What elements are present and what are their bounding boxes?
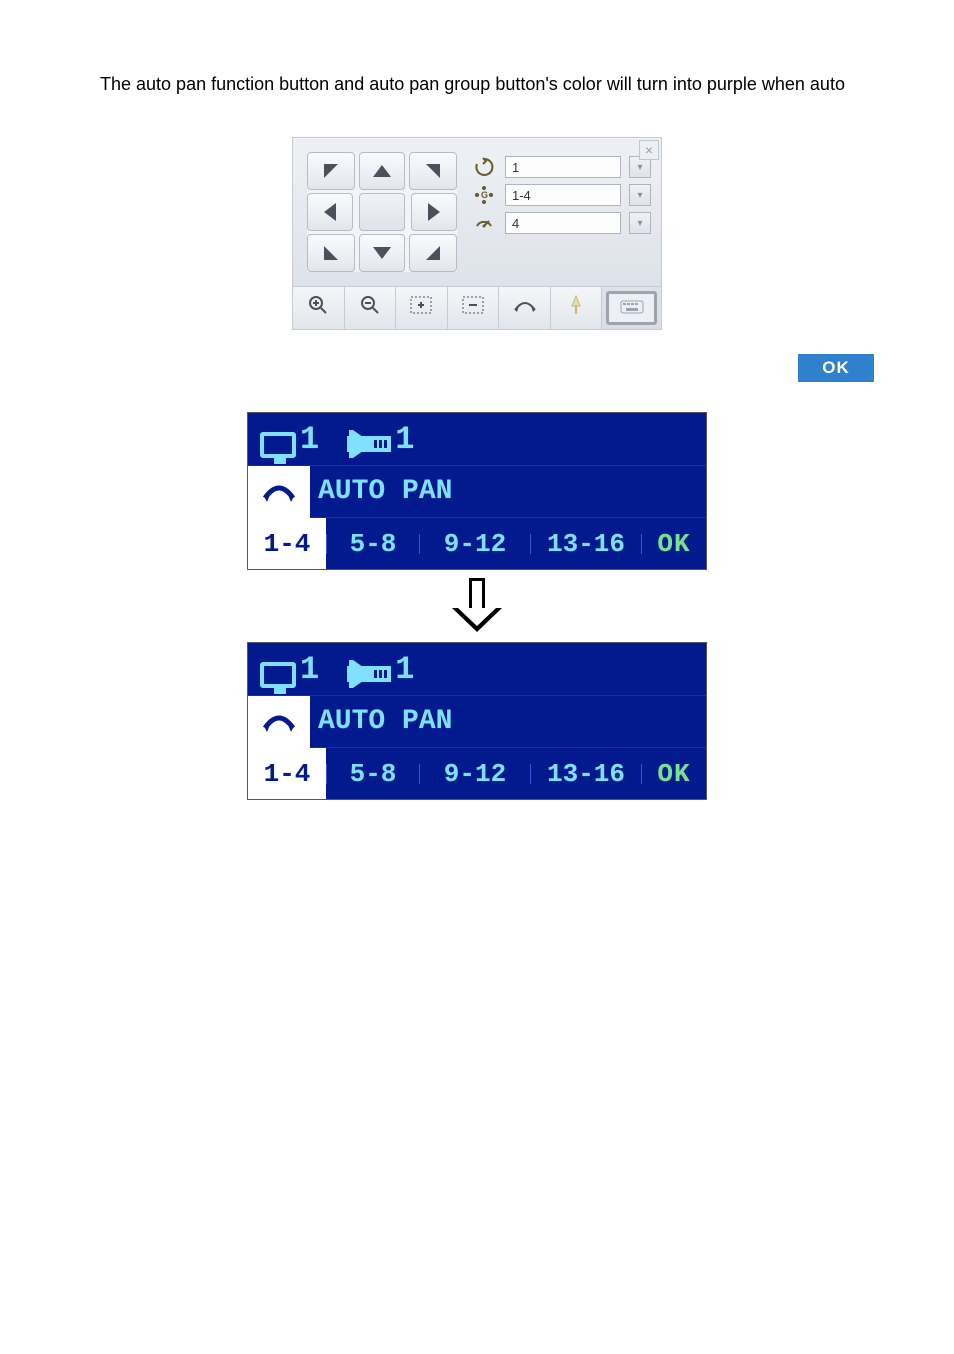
lcd-groups-row: 1-4 5-8 9-12 13-16 OK [248,747,706,799]
ptz-panel: × 1 ▾ [292,137,662,330]
preset-icon [471,156,497,178]
close-icon[interactable]: × [639,140,659,160]
dpad-up-button[interactable] [359,152,405,190]
autopan-label: AUTO PAN [318,706,452,737]
chevron-left-icon [324,203,336,221]
direction-pad [307,152,457,272]
lcd-groups-row: 1-4 5-8 9-12 13-16 OK [248,517,706,569]
camera-number: 1 [300,651,319,688]
speed-icon [471,212,497,234]
chevron-down-icon [373,247,391,259]
focus-far-icon [462,296,484,320]
ptz-toolbar [293,286,661,329]
speed-dropdown-button[interactable]: ▾ [629,212,651,234]
dpad-left-button[interactable] [307,193,353,231]
group-button-9-12[interactable]: 9-12 [420,748,530,799]
autopan-label: AUTO PAN [318,476,452,507]
chevron-up-icon [373,165,391,177]
dpad-down-button[interactable] [359,234,405,272]
flag-icon [349,660,391,688]
dpad-down-left-button[interactable] [307,234,355,272]
svg-text:G: G [481,190,488,200]
group-button-9-12[interactable]: 9-12 [420,518,530,569]
lcd-status-row: 1 1 [248,643,706,695]
dpad-center-button[interactable] [359,193,405,231]
ptz-selects: 1 ▾ G 1-4 ▾ [471,152,651,272]
lcd-panel-after: 1 1 AUTO PAN 1-4 5-8 9-12 13-16 OK [247,642,707,800]
focus-near-button[interactable] [396,287,448,329]
lcd-ok-button[interactable]: OK [642,748,706,799]
camera-number: 1 [300,421,319,458]
group-button-5-8[interactable]: 5-8 [327,748,419,799]
autopan-selected-icon [248,696,310,748]
group-button-1-4[interactable]: 1-4 [248,748,326,799]
keyboard-button[interactable] [606,291,657,325]
dpad-up-left-button[interactable] [307,152,355,190]
dpad-up-right-button[interactable] [409,152,457,190]
chevron-up-right-icon [426,164,440,178]
speed-select[interactable]: 4 [505,212,621,234]
autopan-button[interactable] [499,287,551,329]
lcd-ok-button[interactable]: OK [642,518,706,569]
chevron-right-icon [428,203,440,221]
group-button-13-16[interactable]: 13-16 [531,518,641,569]
intro-text: The auto pan function button and auto pa… [100,72,874,97]
group-button-5-8[interactable]: 5-8 [327,518,419,569]
focus-near-icon [410,296,432,320]
zoom-in-button[interactable] [293,287,345,329]
lcd-autopan-row: AUTO PAN [248,465,706,517]
camera-icon [260,432,296,458]
keyboard-icon [620,297,644,320]
group-button-13-16[interactable]: 13-16 [531,748,641,799]
flag-number: 1 [395,421,414,458]
group-icon: G [471,184,497,206]
autopan-icon [513,297,537,320]
preset-select[interactable]: 1 [505,156,621,178]
chevron-down-left-icon [324,246,338,260]
down-arrow-icon [455,578,499,634]
ok-badge: OK [798,354,874,382]
zoom-out-icon [360,295,380,321]
lcd-autopan-row: AUTO PAN [248,695,706,747]
autopan-selected-icon [248,466,310,518]
focus-far-button[interactable] [448,287,500,329]
group-select[interactable]: 1-4 [505,184,621,206]
zoom-out-button[interactable] [345,287,397,329]
dpad-right-button[interactable] [411,193,457,231]
dpad-down-right-button[interactable] [409,234,457,272]
led-button[interactable] [551,287,603,329]
preset-value: 1 [512,160,519,175]
lcd-status-row: 1 1 [248,413,706,465]
flag-icon [349,430,391,458]
zoom-in-icon [308,295,328,321]
lcd-panel-before: 1 1 AUTO PAN 1-4 5-8 9-12 13-16 OK [247,412,707,570]
chevron-up-left-icon [324,164,338,178]
group-value: 1-4 [512,188,531,203]
lamp-icon [567,294,585,322]
speed-value: 4 [512,216,519,231]
chevron-down-right-icon [426,246,440,260]
group-button-1-4[interactable]: 1-4 [248,518,326,569]
flag-number: 1 [395,651,414,688]
group-dropdown-button[interactable]: ▾ [629,184,651,206]
camera-icon [260,662,296,688]
